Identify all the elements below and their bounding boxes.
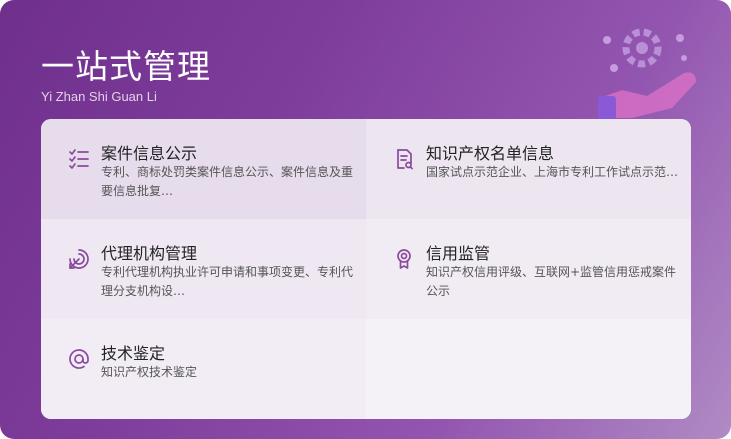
item-agency-management[interactable]: 代理机构管理 专利代理机构执业许可申请和事项变更、专利代理分支机构设… (41, 219, 366, 319)
item-technical-appraisal[interactable]: 技术鉴定 知识产权技术鉴定 (41, 319, 366, 419)
item-title: 技术鉴定 (101, 344, 166, 363)
item-description: 国家试点示范企业、上海市专利工作试点示范… (426, 165, 679, 179)
management-card: 一站式管理 Yi Zhan Shi Guan Li 案件信息公示 专利、商标处罚… (0, 0, 731, 439)
document-icon (397, 149, 413, 170)
at-icon (69, 349, 89, 369)
target-arrow-icon (69, 249, 89, 269)
item-title: 知识产权名单信息 (426, 144, 555, 163)
checklist-icon (69, 149, 89, 169)
feature-panel: 案件信息公示 专利、商标处罚类案件信息公示、案件信息及重要信息批复… 知识产权名… (41, 119, 691, 419)
item-description: 知识产权信用评级、互联网+监管信用惩戒案件公示 (426, 265, 677, 298)
badge-icon (397, 249, 411, 269)
item-credit-supervision[interactable]: 信用监管 知识产权信用评级、互联网+监管信用惩戒案件公示 (366, 219, 691, 319)
gear-hand-illustration-icon (598, 28, 696, 122)
item-ip-list[interactable]: 知识产权名单信息 国家试点示范企业、上海市专利工作试点示范… (366, 119, 691, 219)
item-title: 案件信息公示 (101, 144, 198, 163)
item-description: 专利代理机构执业许可申请和事项变更、专利代理分支机构设… (101, 265, 354, 298)
empty-cell (366, 319, 691, 419)
page-subtitle: Yi Zhan Shi Guan Li (41, 89, 157, 104)
item-description: 专利、商标处罚类案件信息公示、案件信息及重要信息批复… (101, 165, 354, 198)
item-case-info[interactable]: 案件信息公示 专利、商标处罚类案件信息公示、案件信息及重要信息批复… (41, 119, 366, 219)
item-title: 代理机构管理 (101, 244, 198, 263)
page-title: 一站式管理 (41, 47, 211, 86)
item-title: 信用监管 (426, 244, 491, 263)
item-description: 知识产权技术鉴定 (101, 365, 198, 379)
